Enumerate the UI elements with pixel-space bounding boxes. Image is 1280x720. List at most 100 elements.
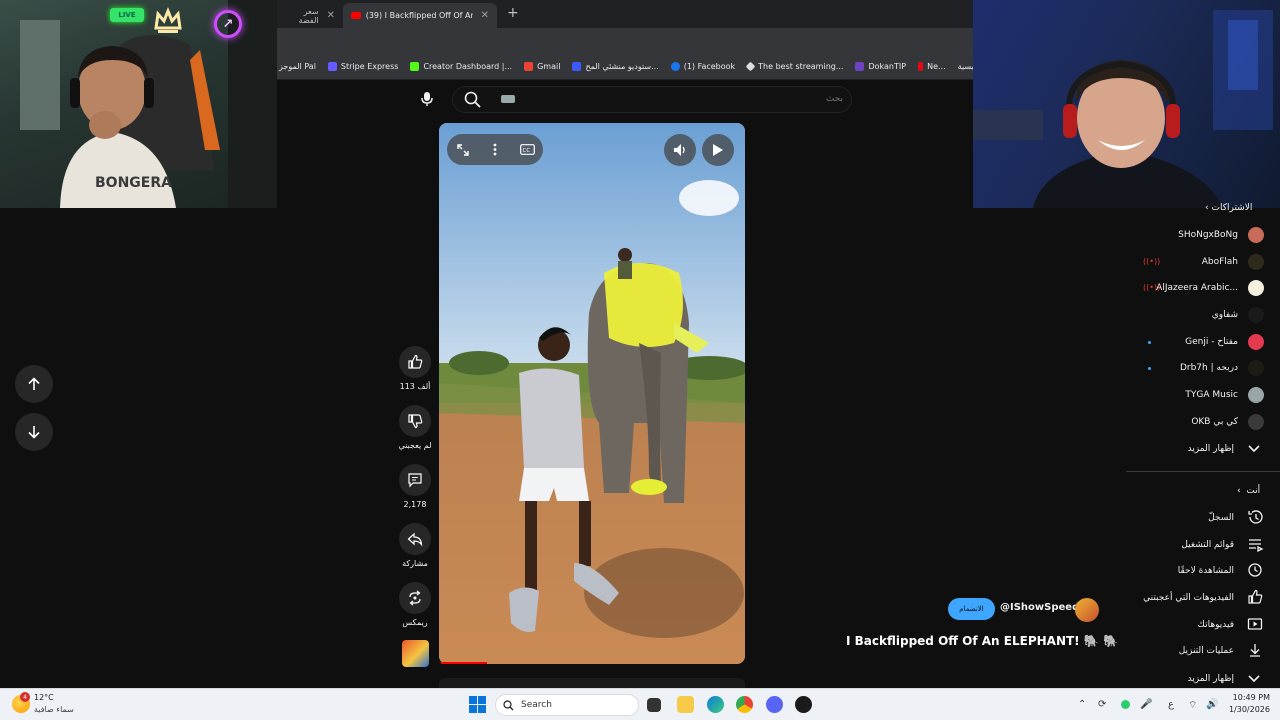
expand-icon (457, 143, 469, 156)
subscription-name: TYGA Music (1185, 390, 1238, 400)
language-indicator[interactable]: ع (1168, 699, 1174, 710)
voice-search-button[interactable] (414, 86, 440, 112)
bookmark-item[interactable]: (1) Facebook (670, 61, 735, 71)
channel-avatar[interactable] (1075, 598, 1099, 622)
facebook-icon (670, 61, 680, 71)
obs-icon[interactable] (795, 696, 812, 713)
tab-label: سعر الفضة (298, 6, 319, 25)
subscription-item[interactable]: TYGA Music (1185, 384, 1264, 406)
bookmark-item[interactable]: Stripe Express (327, 61, 398, 71)
subscription-item[interactable]: OKB كي بي (1191, 411, 1264, 433)
bookmark-item[interactable]: Creator Dashboard |... (410, 61, 512, 71)
captions-button[interactable]: CC (511, 134, 543, 165)
channel-avatar (1248, 387, 1264, 403)
netflix-icon (918, 61, 924, 71)
close-icon[interactable]: ✕ (327, 10, 335, 21)
task-view-icon[interactable] (647, 698, 661, 712)
bookmark-item[interactable]: ستوديو منشئي المح... (572, 61, 659, 71)
shorts-video-player[interactable] (439, 123, 745, 664)
tab-silver-price[interactable]: سعر الفضة ✕ (277, 3, 343, 28)
you-item[interactable]: فيديوهاتك (1198, 614, 1264, 636)
you-item-label: السجلّ (1208, 513, 1234, 523)
arrow-up-icon (28, 377, 40, 390)
bookmark-item[interactable]: الصفحة الرئيسية - (958, 62, 973, 71)
more-options-button[interactable] (479, 134, 511, 165)
arrow-down-icon (28, 426, 40, 439)
subscription-item[interactable]: شفاوي (1212, 304, 1264, 326)
wifi-icon[interactable]: ⌔ (1188, 699, 1197, 712)
gmail-icon (524, 61, 534, 71)
sync-icon[interactable]: ⟳ (1098, 699, 1106, 710)
live-indicator-icon: ((•)) (1143, 257, 1161, 266)
subscription-item[interactable]: AboFlah (1202, 251, 1264, 273)
clock-time[interactable]: 10:49 PM (1228, 693, 1270, 702)
subscription-item[interactable]: Genji - مفتاح (1185, 331, 1264, 353)
chevron-up-icon[interactable]: ⌃ (1078, 699, 1086, 710)
dislike-button[interactable] (399, 405, 431, 437)
video-progress-bar[interactable] (441, 662, 487, 664)
like-button[interactable] (399, 346, 431, 378)
status-dot-icon[interactable] (1121, 700, 1130, 709)
windows-start-icon[interactable] (469, 696, 486, 713)
weather-temp: 12°C (34, 693, 54, 702)
subscription-item[interactable]: SHoNgxBoNg (1178, 224, 1264, 246)
edge-icon[interactable] (707, 696, 724, 713)
video-frame (439, 123, 745, 664)
file-explorer-icon[interactable] (677, 696, 694, 713)
play-button[interactable] (702, 134, 734, 166)
player-controls-pill: CC (447, 134, 543, 165)
bookmark-item[interactable]: The best streaming... (745, 61, 843, 71)
stripe-icon (327, 61, 337, 71)
microphone-icon[interactable]: 🎤 (1140, 699, 1152, 710)
close-icon[interactable]: ✕ (481, 10, 489, 21)
remix-label: ريمكس (402, 618, 428, 627)
you-item-label: الفيديوهات التي أعجبتني (1143, 593, 1234, 603)
subscription-name: شفاوي (1211, 310, 1238, 320)
subscriptions-show-more[interactable]: إظهار المزيد (1188, 438, 1264, 460)
you-show-more[interactable]: إظهار المزيد (1188, 668, 1264, 690)
tab-youtube-video[interactable]: (39) I Backflipped Off Of An EL ✕ (343, 3, 497, 28)
taskbar-search[interactable]: Search (495, 694, 639, 716)
channel-handle[interactable]: @IShowSpeed (1000, 602, 1079, 613)
subscription-name: Genji - مفتاح (1185, 337, 1238, 347)
bookmark-item[interactable]: Gmail (524, 61, 560, 71)
search-icon[interactable] (464, 91, 481, 112)
next-short-button[interactable] (15, 413, 53, 451)
volume-icon (674, 144, 685, 156)
you-section-header[interactable]: ‹ أنت (1237, 486, 1260, 496)
chrome-icon[interactable] (736, 696, 753, 713)
previous-short-button[interactable] (15, 365, 53, 403)
live-badge: LIVE (110, 8, 144, 22)
speaker-icon[interactable]: 🔊 (1206, 699, 1218, 710)
remix-action: ريمكس (393, 582, 437, 627)
volume-button[interactable] (664, 134, 696, 166)
remix-button[interactable] (399, 582, 431, 614)
comments-button[interactable] (399, 464, 431, 496)
bookmark-item[interactable]: Ne... (918, 61, 946, 71)
like-action: 113 ألف (393, 346, 437, 391)
bookmark-item[interactable]: الموجز Pal (279, 62, 316, 71)
new-tab-button[interactable]: + (507, 5, 519, 21)
clock-date[interactable]: 1/30/2026 (1228, 705, 1270, 714)
subscription-item[interactable]: Drb7h | دربحه (1180, 357, 1264, 379)
join-button[interactable]: الانضمام (948, 598, 995, 620)
bookmarks-bar: الموجز Pal Stripe Express Creator Dashbo… (277, 53, 973, 80)
channel-avatar (1248, 307, 1264, 323)
search-input[interactable] (498, 90, 843, 108)
subscription-name: AboFlah (1201, 257, 1238, 267)
fullscreen-button[interactable] (447, 134, 479, 165)
you-item[interactable]: عمليات التنزيل (1179, 640, 1264, 662)
you-item[interactable]: المشاهدة لاحقًا (1178, 560, 1264, 582)
subscription-item[interactable]: AlJazeera Arabic... (1156, 277, 1264, 299)
subscriptions-header[interactable]: ‹ الاشتراكات (1205, 203, 1252, 213)
you-item[interactable]: قوائم التشغيل (1181, 534, 1264, 556)
discord-icon[interactable] (766, 696, 783, 713)
sound-channel-thumbnail[interactable] (402, 640, 429, 667)
share-button[interactable] (399, 523, 431, 555)
streamer-right-figure (973, 10, 1273, 208)
you-item[interactable]: الفيديوهات التي أعجبتني (1143, 587, 1264, 609)
bookmark-item[interactable]: DokanTIP (855, 61, 906, 71)
subscription-name: AlJazeera Arabic... (1156, 283, 1238, 293)
you-item[interactable]: السجلّ (1208, 507, 1264, 529)
closed-captions-icon: CC (519, 144, 535, 155)
